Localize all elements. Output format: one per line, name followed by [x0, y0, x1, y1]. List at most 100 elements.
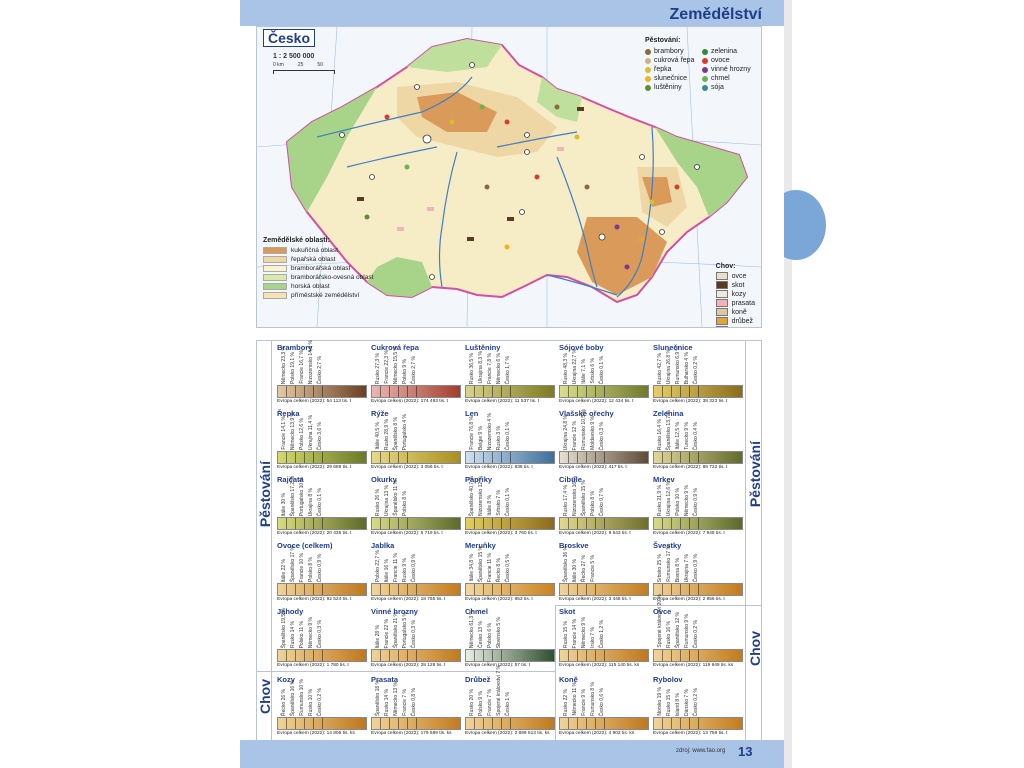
share-bar — [653, 583, 743, 596]
country-share-label: Nizozemsko 12 % — [478, 475, 484, 516]
share-bar — [277, 517, 367, 530]
share-divider — [698, 650, 699, 661]
share-divider — [304, 452, 305, 463]
country-share-label: Polsko 8 % — [402, 490, 408, 516]
share-divider — [492, 718, 493, 729]
country-share-label: Francie 5 % — [590, 555, 596, 582]
country-labels: Itálie 34,8 % Španělsko 15 % Francie 11 % Ř… — [465, 546, 555, 582]
share-divider — [295, 518, 296, 529]
share-divider — [577, 518, 578, 529]
share-divider — [680, 584, 681, 595]
share-divider — [680, 386, 681, 397]
chart-total: Evropa celkem (2022): 4 902 tis. ks — [559, 731, 635, 736]
share-divider — [398, 650, 399, 661]
country-share-label: Česko 2,7 % — [317, 355, 323, 384]
share-divider — [398, 452, 399, 463]
country-share-label: Francie 14 % — [572, 618, 578, 648]
country-share-label: Česko 1 % — [505, 691, 511, 716]
country-share-label: Španělsko 40,7 % — [469, 475, 475, 516]
share-divider — [698, 386, 699, 397]
share-divider — [604, 386, 605, 397]
country-share-label: Česko 0,3 % — [599, 421, 605, 450]
country-share-label: Spojené království 7 % — [496, 665, 502, 716]
share-divider — [407, 386, 408, 397]
stat-chart: Řepka Francie 14,1 % Německo 13,9 % Polsko … — [277, 409, 367, 473]
country-share-label: Španělsko 16 % — [290, 679, 296, 716]
chart-total: Evropa celkem (2022): 3 056 tis. t — [371, 465, 443, 470]
share-divider — [662, 518, 663, 529]
legend-item: řepařská oblast — [263, 256, 373, 263]
share-divider — [662, 718, 663, 729]
share-divider — [595, 518, 596, 529]
share-divider — [416, 650, 417, 661]
country-share-label: Francie 11 % — [487, 552, 493, 582]
country-share-label: Španělsko 12 % — [675, 611, 681, 648]
share-divider — [322, 452, 323, 463]
stat-chart: Okurky Rusko 26 % Ukrajina 13 % Španělsko 1… — [371, 475, 461, 539]
legend-symbol-icon — [645, 48, 651, 55]
country-share-label: Česko 0,1 % — [317, 487, 323, 516]
country-share-label: Rusko 28,9 % — [384, 418, 390, 450]
country-share-label: Francie 76,8 % — [469, 416, 475, 450]
chart-total: Evropa celkem (2022): 179 589 tis. ks — [371, 731, 452, 736]
legend-swatch — [263, 247, 287, 254]
legend-label: sója — [711, 84, 724, 91]
chart-title: Rybolov — [653, 675, 683, 684]
legend-label: chmel — [711, 75, 730, 82]
share-divider — [568, 718, 569, 729]
country-labels: Španělsko 18 % Rusko 14 % Německo 13 % Fran… — [371, 680, 461, 716]
stat-chart: Koně Rusko 22 % Německo 11 % Francie 9 % Rum… — [559, 675, 649, 739]
country-labels: Rusko 20 % Polsko 9 % Francie 7 % Spojené k… — [465, 665, 555, 716]
legend-label: luštěniny — [654, 84, 682, 91]
share-divider — [407, 650, 408, 661]
share-bar — [371, 649, 461, 662]
legend-swatch — [263, 283, 287, 290]
share-divider — [483, 452, 484, 463]
country-labels: Německo 23,3 % Polsko 19,1 % Francie 16,7 … — [277, 340, 367, 384]
country-share-label: Ukrajina 12,6 % — [666, 480, 672, 516]
scale-tick: 25 — [297, 62, 304, 68]
share-divider — [698, 718, 699, 729]
share-divider — [483, 584, 484, 595]
stat-chart: Skot Rusko 15 % Francie 14 % Německo 9 % Irs… — [559, 607, 649, 671]
share-bar — [465, 451, 555, 464]
share-divider — [680, 650, 681, 661]
legend-animal-icon — [715, 317, 728, 325]
map-scale: 1 : 2 500 000 0 km 25 50 — [273, 53, 335, 74]
share-divider — [510, 518, 511, 529]
chart-total: Evropa celkem (2022): 29 689 tis. t — [277, 465, 352, 470]
country-share-label: Německo 13,9 % — [290, 411, 296, 450]
legend-label: ovce — [731, 272, 747, 280]
legend-animal-icon — [715, 299, 728, 307]
country-share-label: Německo 9 % — [308, 616, 314, 648]
share-divider — [568, 518, 569, 529]
country-share-label: Nizozemsko 4 % — [487, 412, 493, 450]
country-share-label: Polsko 11 % — [299, 620, 305, 648]
share-divider — [510, 386, 511, 397]
share-divider — [407, 452, 408, 463]
country-labels: Rusko 26 % Ukrajina 13 % Španělsko 11 % Pol… — [371, 480, 461, 516]
chart-total: Evropa celkem (2022): 174 493 tis. t — [371, 399, 449, 404]
share-divider — [380, 386, 381, 397]
share-divider — [577, 452, 578, 463]
country-share-label: Polsko 9 % — [478, 690, 484, 716]
chart-total: Evropa celkem (2022): 18 755 tis. t — [371, 597, 446, 602]
country-share-label: Česko 0,9 % — [693, 553, 699, 582]
legend-label: koně — [731, 308, 747, 316]
share-divider — [568, 386, 569, 397]
chart-total: Evropa celkem (2022): 11 537 tis. t — [465, 399, 540, 404]
scale-tick: 0 km — [273, 62, 284, 68]
legend-label: řepka — [654, 66, 672, 73]
chart-total: Evropa celkem (2022): 853 tis. t — [465, 597, 533, 602]
share-divider — [689, 650, 690, 661]
share-divider — [398, 518, 399, 529]
chart-title: Rýže — [371, 409, 389, 418]
country-share-label: Německo 9 % — [581, 616, 587, 648]
page-number: 13 — [738, 744, 753, 759]
share-divider — [604, 518, 605, 529]
country-share-label: Španělsko 11 % — [393, 480, 399, 516]
country-share-label: Portugalsko 4 % — [402, 413, 408, 450]
country-share-label: Česko 0,5 % — [505, 553, 511, 582]
share-bar — [277, 451, 367, 464]
legend-item: zelenina — [702, 48, 755, 55]
